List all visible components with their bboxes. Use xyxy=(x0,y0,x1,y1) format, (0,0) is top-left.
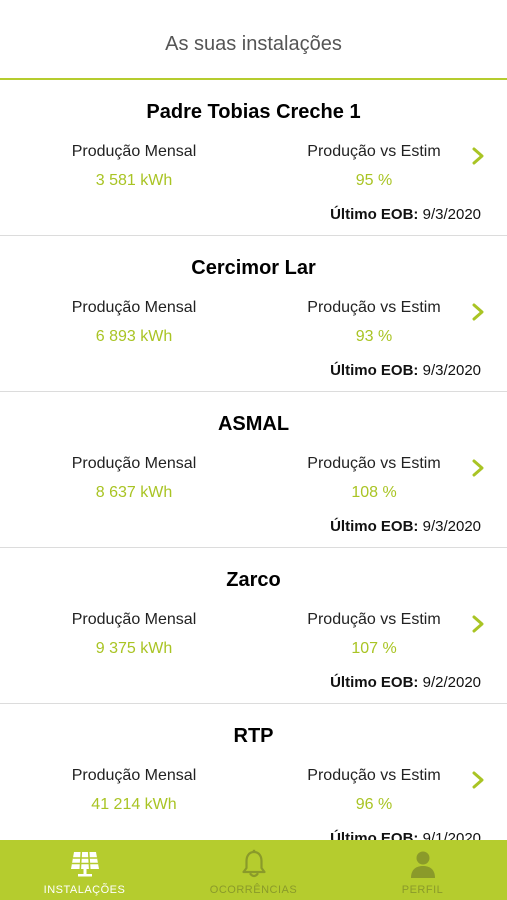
chevron-right-icon[interactable] xyxy=(471,146,485,166)
production-vs-estimate-block: Produção vs Estim 93 % xyxy=(274,298,474,347)
bell-icon xyxy=(237,848,271,880)
production-vs-estimate-block: Produção vs Estim 107 % xyxy=(274,610,474,659)
installation-card[interactable]: Padre Tobias Creche 1 Produção Mensal 3 … xyxy=(0,80,507,236)
solar-panel-icon xyxy=(68,848,102,880)
tab-ocorrencias[interactable]: OCORRÊNCIAS xyxy=(169,840,338,900)
monthly-production-label: Produção Mensal xyxy=(71,299,197,316)
monthly-production-value: 3 581 kWh xyxy=(95,172,173,189)
production-vs-estimate-label: Produção vs Estim xyxy=(307,611,441,628)
last-eob: Último EOB: 9/3/2020 xyxy=(330,206,481,223)
last-eob-date: 9/3/2020 xyxy=(422,206,481,223)
last-eob-label: Último EOB: xyxy=(330,362,419,379)
production-vs-estimate-value: 93 % xyxy=(355,328,393,345)
last-eob-label: Último EOB: xyxy=(330,518,419,535)
tab-perfil[interactable]: PERFIL xyxy=(338,840,507,900)
header: As suas instalações xyxy=(0,0,507,80)
last-eob-date: 9/3/2020 xyxy=(422,518,481,535)
chevron-right-icon[interactable] xyxy=(471,458,485,478)
production-vs-estimate-value: 95 % xyxy=(355,172,393,189)
chevron-right-icon[interactable] xyxy=(471,302,485,322)
chevron-right-icon[interactable] xyxy=(471,614,485,634)
monthly-production-block: Produção Mensal 6 893 kWh xyxy=(34,298,234,347)
production-vs-estimate-label: Produção vs Estim xyxy=(307,143,441,160)
installations-list[interactable]: Padre Tobias Creche 1 Produção Mensal 3 … xyxy=(0,80,507,840)
tab-label: OCORRÊNCIAS xyxy=(209,884,298,896)
monthly-production-block: Produção Mensal 3 581 kWh xyxy=(34,142,234,191)
monthly-production-block: Produção Mensal 9 375 kWh xyxy=(34,610,234,659)
installation-card[interactable]: Zarco Produção Mensal 9 375 kWh Produção… xyxy=(0,548,507,704)
last-eob: Último EOB: 9/3/2020 xyxy=(330,362,481,379)
production-vs-estimate-label: Produção vs Estim xyxy=(307,767,441,784)
installation-name: Padre Tobias Creche 1 xyxy=(146,101,361,123)
production-vs-estimate-value: 96 % xyxy=(355,796,393,813)
tab-label: PERFIL xyxy=(401,884,444,896)
monthly-production-label: Produção Mensal xyxy=(71,455,197,472)
page-title: As suas instalações xyxy=(165,32,342,55)
chevron-right-icon[interactable] xyxy=(471,770,485,790)
monthly-production-block: Produção Mensal 41 214 kWh xyxy=(34,766,234,815)
monthly-production-label: Produção Mensal xyxy=(71,767,197,784)
tab-bar: INSTALAÇÕES OCORRÊNCIAS PERFIL xyxy=(0,840,507,900)
installation-card[interactable]: Cercimor Lar Produção Mensal 6 893 kWh P… xyxy=(0,236,507,392)
monthly-production-label: Produção Mensal xyxy=(71,611,197,628)
monthly-production-label: Produção Mensal xyxy=(71,143,197,160)
user-icon xyxy=(406,848,440,880)
monthly-production-value: 8 637 kWh xyxy=(95,484,173,501)
installation-card[interactable]: ASMAL Produção Mensal 8 637 kWh Produção… xyxy=(0,392,507,548)
installation-name: Zarco xyxy=(226,569,281,591)
production-vs-estimate-value: 108 % xyxy=(351,484,397,501)
installation-name: RTP xyxy=(233,725,274,747)
last-eob-date: 9/2/2020 xyxy=(422,674,481,691)
monthly-production-block: Produção Mensal 8 637 kWh xyxy=(34,454,234,503)
production-vs-estimate-block: Produção vs Estim 108 % xyxy=(274,454,474,503)
last-eob: Último EOB: 9/1/2020 xyxy=(330,830,481,840)
last-eob: Último EOB: 9/3/2020 xyxy=(330,518,481,535)
last-eob-date: 9/1/2020 xyxy=(422,830,481,840)
monthly-production-value: 9 375 kWh xyxy=(95,640,173,657)
last-eob-label: Último EOB: xyxy=(330,674,419,691)
production-vs-estimate-label: Produção vs Estim xyxy=(307,455,441,472)
production-vs-estimate-value: 107 % xyxy=(351,640,397,657)
tab-label: INSTALAÇÕES xyxy=(43,884,126,896)
last-eob-date: 9/3/2020 xyxy=(422,362,481,379)
production-vs-estimate-label: Produção vs Estim xyxy=(307,299,441,316)
tab-instalacoes[interactable]: INSTALAÇÕES xyxy=(0,840,169,900)
monthly-production-value: 41 214 kWh xyxy=(91,796,177,813)
installation-name: Cercimor Lar xyxy=(191,257,316,279)
installation-name: ASMAL xyxy=(217,413,290,435)
installation-card[interactable]: RTP Produção Mensal 41 214 kWh Produção … xyxy=(0,704,507,840)
monthly-production-value: 6 893 kWh xyxy=(95,328,173,345)
last-eob-label: Último EOB: xyxy=(330,206,419,223)
production-vs-estimate-block: Produção vs Estim 96 % xyxy=(274,766,474,815)
last-eob: Último EOB: 9/2/2020 xyxy=(330,674,481,691)
last-eob-label: Último EOB: xyxy=(330,830,419,840)
production-vs-estimate-block: Produção vs Estim 95 % xyxy=(274,142,474,191)
